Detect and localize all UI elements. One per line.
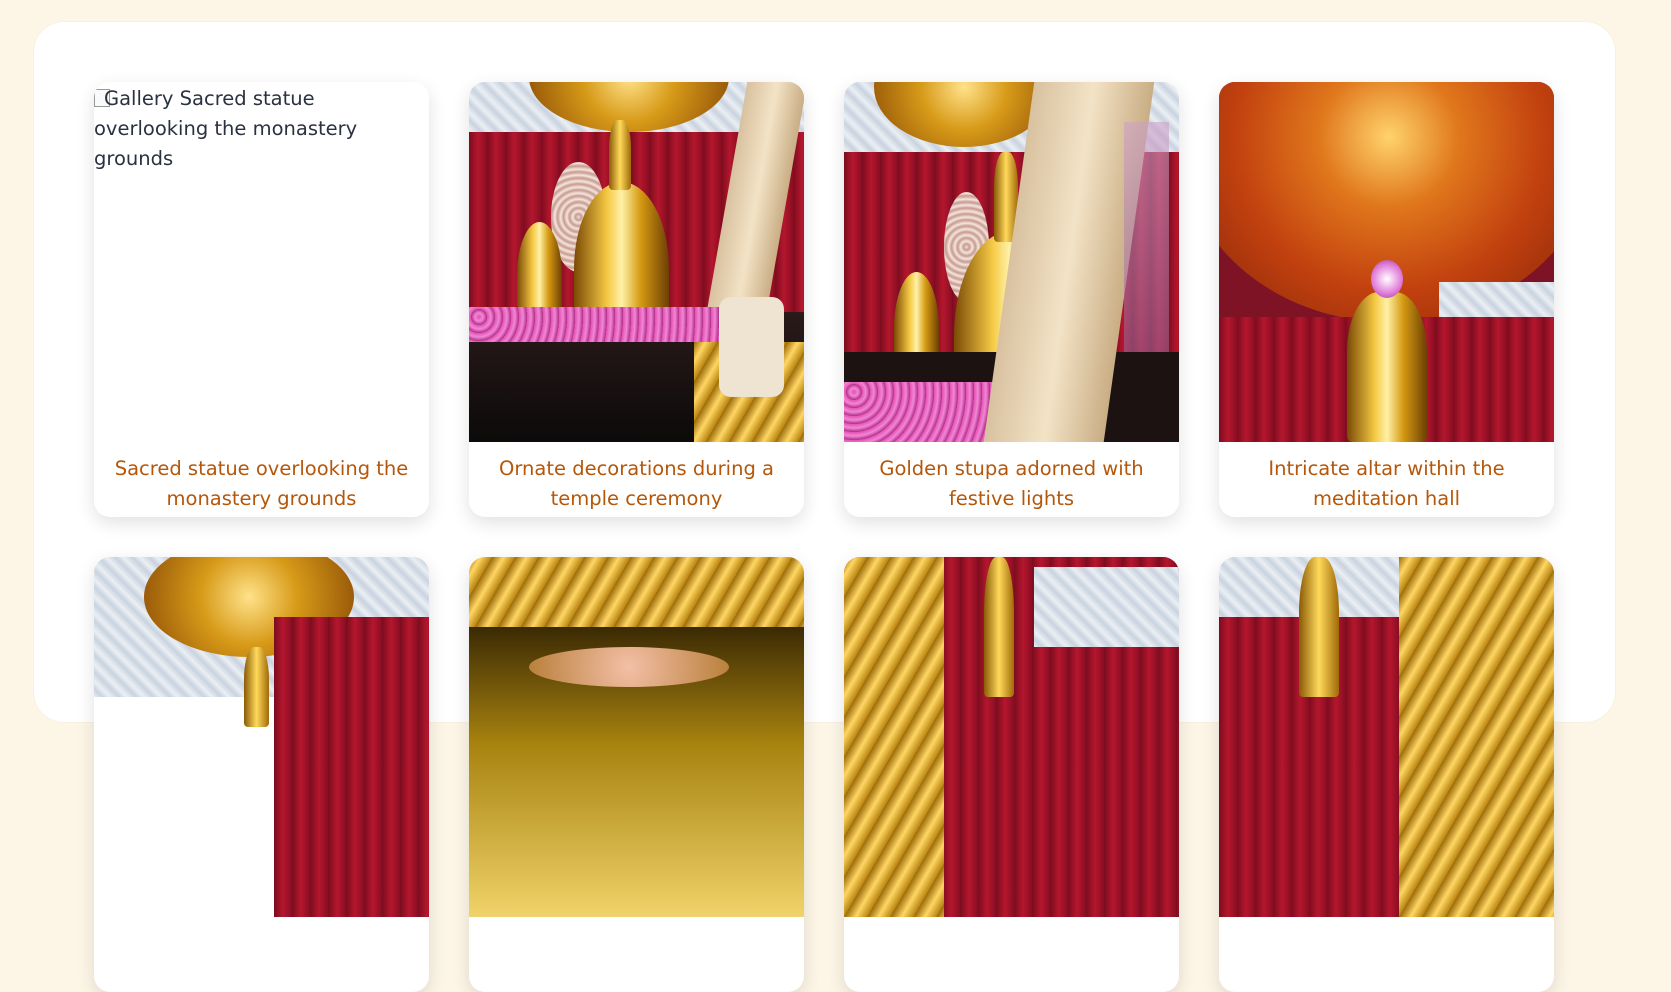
- gallery-image[interactable]: [844, 82, 1179, 442]
- gallery-card[interactable]: [844, 557, 1179, 992]
- gallery-image-broken[interactable]: Gallery Sacred statue overlooking the mo…: [94, 82, 429, 442]
- gallery-caption: Ornate decorations during a temple cerem…: [499, 457, 774, 510]
- gallery-image[interactable]: [1219, 82, 1554, 442]
- image-alt-label: Gallery Sacred statue overlooking the mo…: [94, 87, 358, 170]
- gallery-card[interactable]: [94, 557, 429, 992]
- gallery-card[interactable]: Gallery Sacred statue overlooking the mo…: [94, 82, 429, 517]
- gallery-card[interactable]: [1219, 557, 1554, 992]
- gallery-caption: Sacred statue overlooking the monastery …: [114, 457, 409, 510]
- gallery-image[interactable]: [469, 557, 804, 917]
- gallery-card[interactable]: Intricate altar within the meditation ha…: [1219, 82, 1554, 517]
- gallery-image[interactable]: [1219, 557, 1554, 917]
- gallery-caption: Intricate altar within the meditation ha…: [1268, 457, 1505, 510]
- gallery-card[interactable]: Golden stupa adorned with festive lights: [844, 82, 1179, 517]
- gallery-caption: Golden stupa adorned with festive lights: [879, 457, 1144, 510]
- gallery-image[interactable]: [469, 82, 804, 442]
- gallery-card[interactable]: [469, 557, 804, 992]
- gallery-grid: Gallery Sacred statue overlooking the mo…: [94, 82, 1554, 992]
- gallery-image[interactable]: [844, 557, 1179, 917]
- image-alt-text: Gallery Sacred statue overlooking the mo…: [94, 84, 419, 174]
- gallery-image[interactable]: [94, 557, 429, 917]
- gallery-card[interactable]: Ornate decorations during a temple cerem…: [469, 82, 804, 517]
